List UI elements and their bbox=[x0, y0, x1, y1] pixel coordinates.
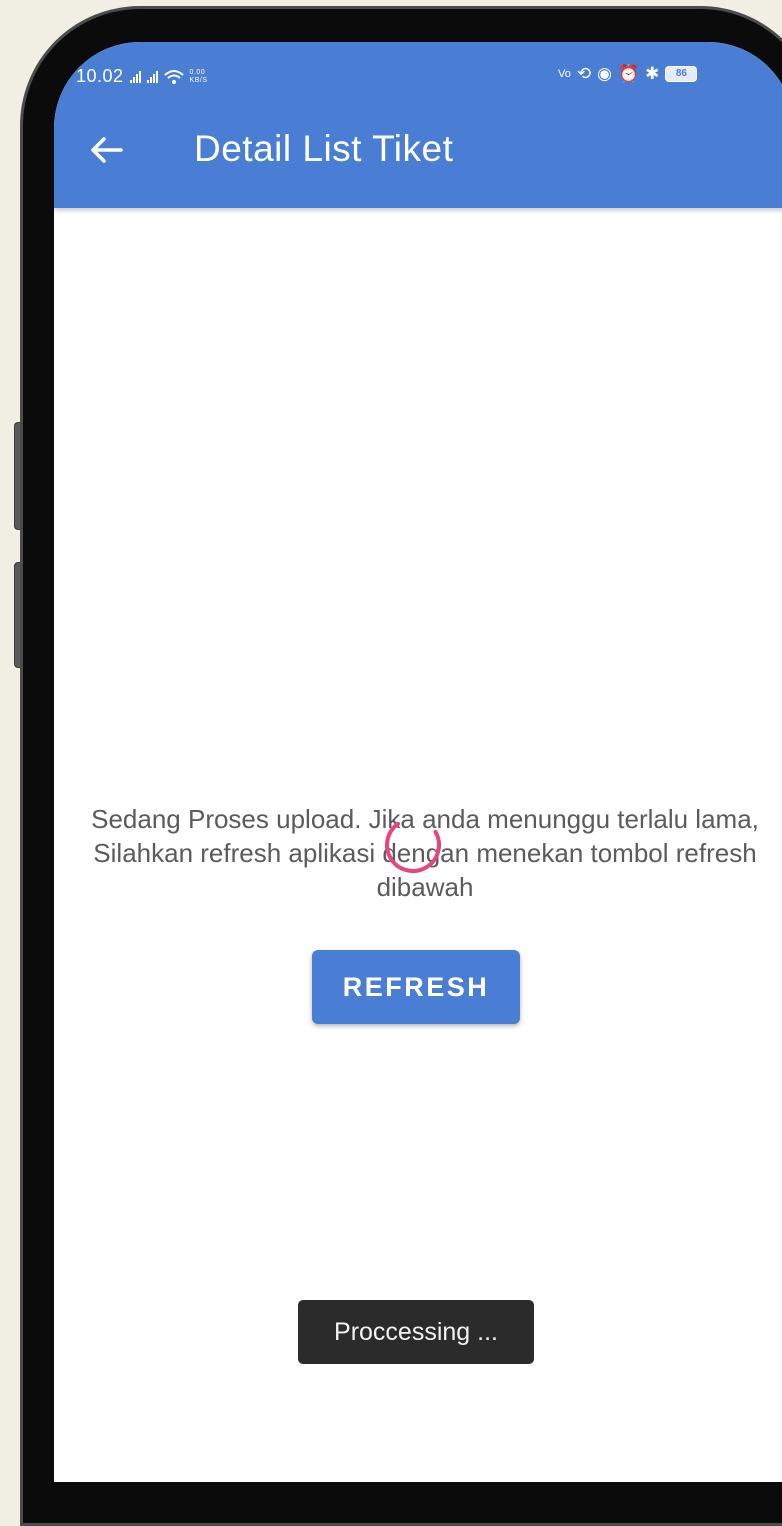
volte-icon: Vo bbox=[558, 68, 571, 80]
battery-icon: 86 bbox=[665, 66, 698, 82]
phone-screen: 10.02 0.00 KB/S Vo ⟲ ◉ ⏰ ✱ 86 Detail Lis… bbox=[54, 42, 782, 1482]
arrow-back-icon bbox=[91, 137, 123, 163]
back-button[interactable] bbox=[84, 128, 128, 172]
network-speed: 0.00 KB/S bbox=[189, 68, 208, 84]
bluetooth-icon: ✱ bbox=[645, 64, 660, 83]
signal-icon bbox=[146, 70, 158, 83]
wifi-icon bbox=[163, 69, 184, 84]
alarm-icon: ⏰ bbox=[617, 64, 640, 83]
location-icon: ◉ bbox=[597, 64, 612, 83]
refresh-button[interactable]: REFRESH bbox=[312, 950, 520, 1024]
app-bar: 10.02 0.00 KB/S Vo ⟲ ◉ ⏰ ✱ 86 Detail Lis… bbox=[54, 42, 782, 208]
signal-icon bbox=[129, 70, 141, 83]
status-bar-left: 10.02 0.00 KB/S bbox=[76, 66, 208, 87]
processing-toast: Proccessing ... bbox=[298, 1300, 534, 1364]
toast-text: Proccessing ... bbox=[334, 1317, 498, 1346]
status-time: 10.02 bbox=[76, 66, 124, 86]
loading-spinner-icon bbox=[385, 817, 441, 873]
page-title: Detail List Tiket bbox=[194, 128, 454, 169]
nfc-icon: ⟲ bbox=[576, 64, 592, 83]
status-bar-right: Vo ⟲ ◉ ⏰ ✱ 86 bbox=[558, 64, 698, 84]
